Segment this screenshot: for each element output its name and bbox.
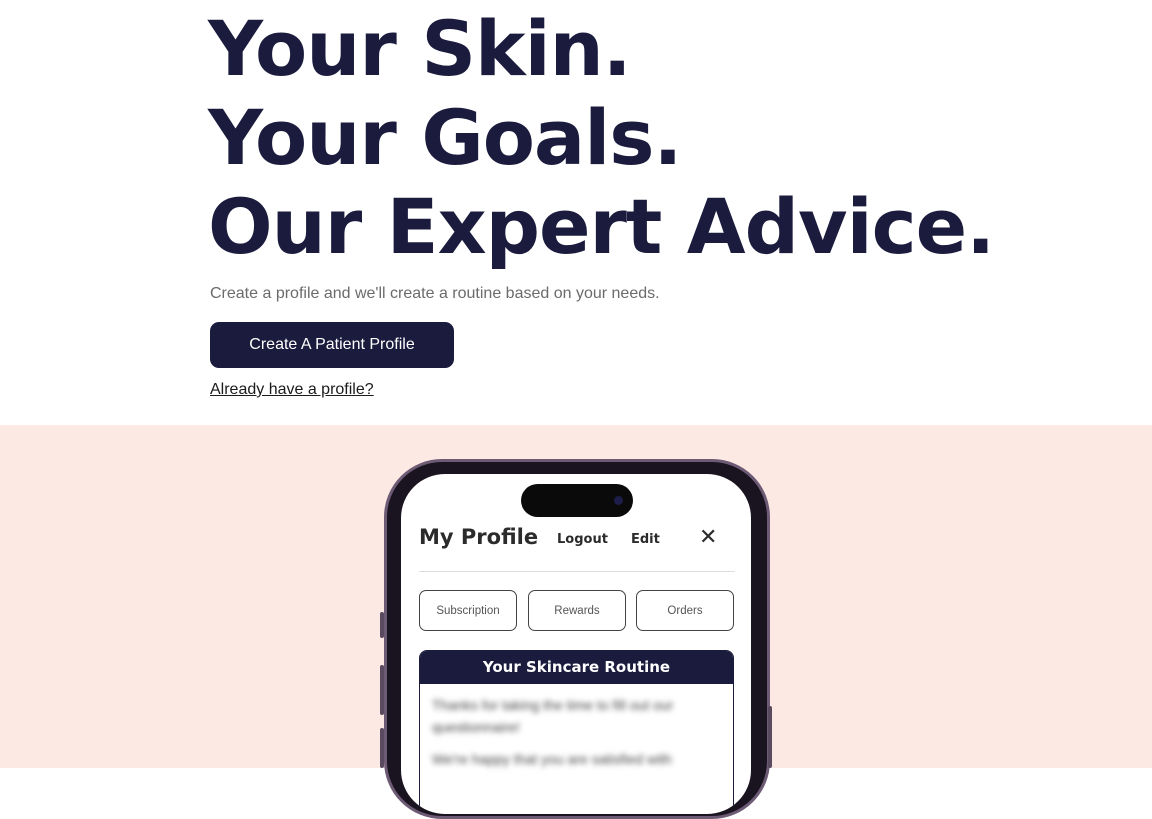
header-divider (419, 571, 735, 572)
already-have-profile-link[interactable]: Already have a profile? (210, 381, 374, 399)
phone-volume-up (380, 665, 384, 715)
routine-heading: Your Skincare Routine (420, 651, 733, 684)
hero-headline: Your Skin. Your Goals. Our Expert Advice… (208, 4, 995, 271)
routine-paragraph: We're happy that you are satisfied with (432, 751, 672, 767)
hero-section: Your Skin. Your Goals. Our Expert Advice… (0, 0, 1152, 425)
routine-body: Thanks for taking the time to fill out o… (420, 684, 733, 790)
headline-line-2: Your Goals. (208, 93, 682, 182)
logout-link[interactable]: Logout (557, 532, 608, 547)
create-patient-profile-button[interactable]: Create A Patient Profile (210, 322, 454, 368)
profile-title: My Profile (419, 525, 539, 549)
rewards-button[interactable]: Rewards (528, 590, 626, 631)
headline-line-3: Our Expert Advice. (208, 182, 995, 271)
routine-paragraph: Thanks for taking the time to fill out o… (432, 697, 674, 735)
phone-screen: My Profile Logout Edit ✕ Subscription Re… (401, 474, 751, 814)
close-icon[interactable]: ✕ (699, 526, 717, 550)
subscription-button[interactable]: Subscription (419, 590, 517, 631)
skincare-routine-card: Your Skincare Routine Thanks for taking … (419, 650, 734, 814)
edit-link[interactable]: Edit (631, 532, 660, 547)
orders-button[interactable]: Orders (636, 590, 734, 631)
phone-volume-down (380, 728, 384, 768)
headline-line-1: Your Skin. (208, 4, 632, 93)
dynamic-island (521, 484, 633, 517)
phone-side-button (380, 612, 384, 638)
phone-power-button (768, 706, 772, 768)
camera-icon (614, 496, 623, 505)
hero-subtitle: Create a profile and we'll create a rout… (210, 285, 660, 302)
